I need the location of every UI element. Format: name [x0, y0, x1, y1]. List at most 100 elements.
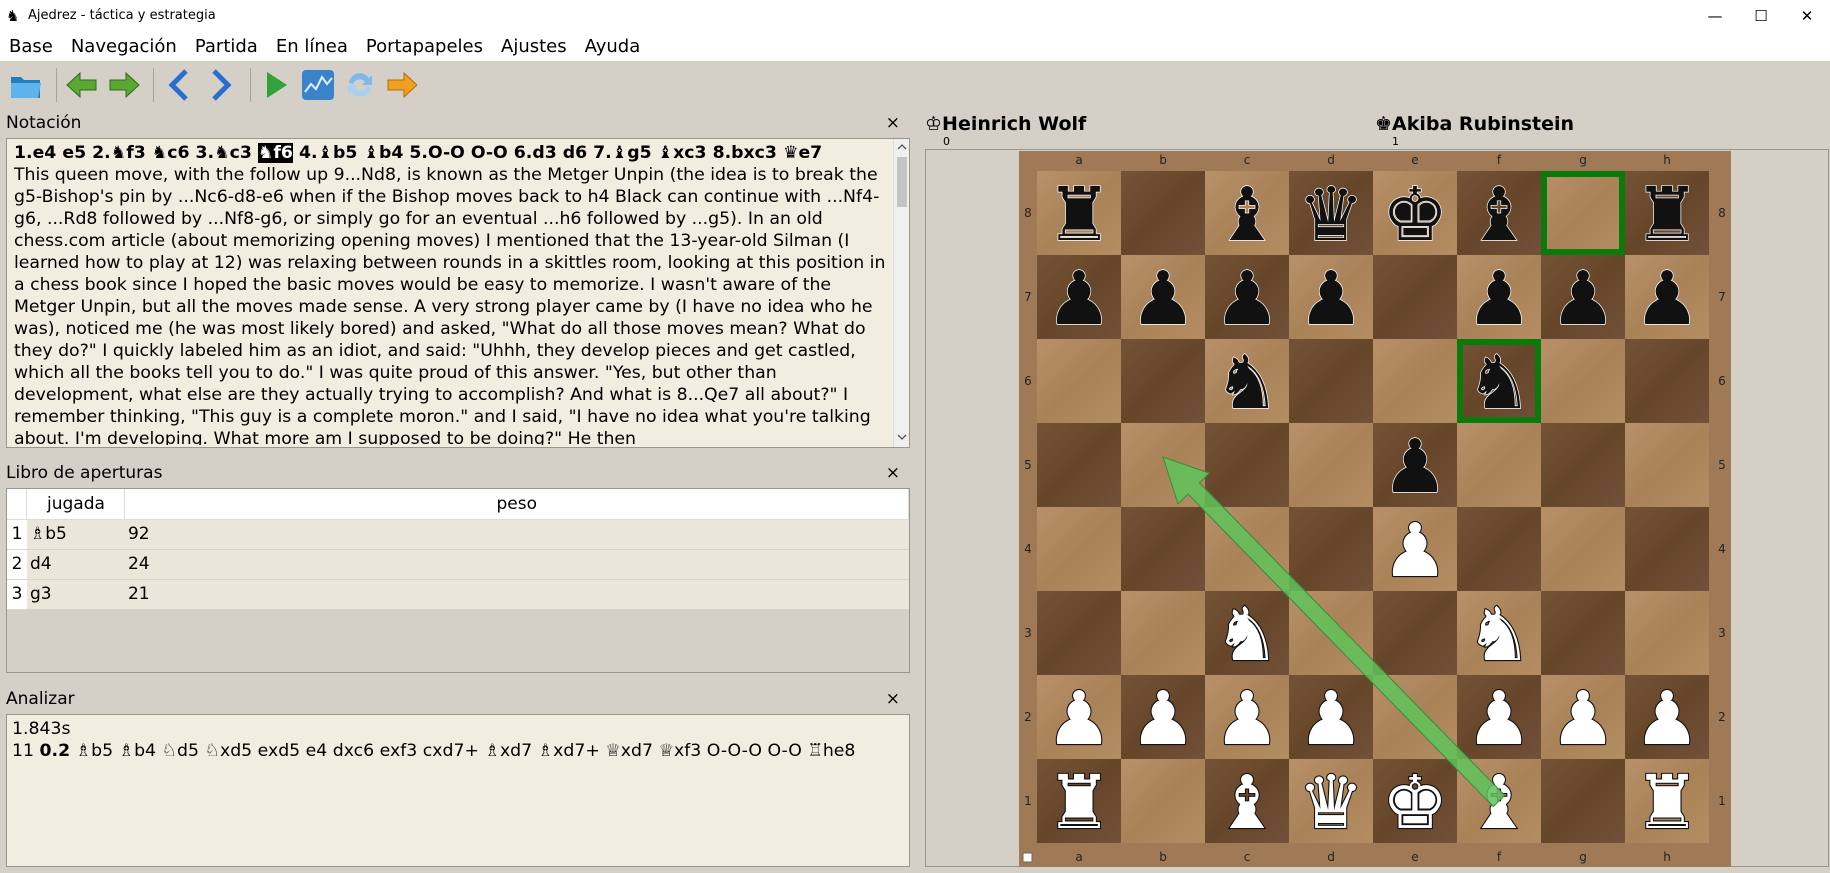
black-pawn-icon[interactable]: ♟: [1297, 255, 1365, 342]
board-square-b4[interactable]: [1121, 507, 1205, 591]
board-corner-toggle[interactable]: [1022, 852, 1033, 863]
board-square-e6[interactable]: [1373, 339, 1457, 423]
board-square-g1[interactable]: [1541, 759, 1625, 843]
move-column-header[interactable]: jugada: [26, 489, 126, 520]
move-list[interactable]: 1.e4 e5 2.♞f3 ♞c6 3.♞c3 ♞f6 4.♝b5 ♝b4 5.…: [14, 143, 822, 163]
close-button[interactable]: ✕: [1784, 0, 1830, 31]
board-square-b6[interactable]: [1121, 339, 1205, 423]
previous-game-button[interactable]: [63, 66, 101, 104]
play-button[interactable]: [257, 66, 295, 104]
white-knight-icon[interactable]: ♞: [1213, 591, 1282, 679]
black-pawn-icon[interactable]: ♟: [1129, 255, 1197, 342]
black-king-icon[interactable]: ♚: [1381, 171, 1449, 258]
notation-view[interactable]: 1.e4 e5 2.♞f3 ♞c6 3.♞c3 ♞f6 4.♝b5 ♝b4 5.…: [6, 138, 910, 448]
menu-en-linea[interactable]: En línea: [267, 36, 357, 57]
black-bishop-icon[interactable]: ♝: [1465, 171, 1533, 258]
black-pawn-icon[interactable]: ♟: [1549, 255, 1617, 342]
move-text[interactable]: 1.e4 e5 2.♞f3 ♞c6 3.♞c3: [14, 143, 258, 163]
table-row[interactable]: 2 d4 24: [7, 549, 909, 580]
board-square-e7[interactable]: [1373, 255, 1457, 339]
board-square-g6[interactable]: [1541, 339, 1625, 423]
menu-ayuda[interactable]: Ayuda: [576, 36, 650, 57]
weight-column-header[interactable]: peso: [124, 489, 909, 520]
open-database-button[interactable]: [8, 66, 46, 104]
previous-move-button[interactable]: [160, 66, 198, 104]
board-square-f4[interactable]: [1457, 507, 1541, 591]
menu-ajustes[interactable]: Ajustes: [492, 36, 576, 57]
white-knight-icon[interactable]: ♞: [1465, 591, 1534, 679]
menu-base[interactable]: Base: [0, 36, 62, 57]
board-square-a4[interactable]: [1037, 507, 1121, 591]
white-king-icon[interactable]: ♚: [1381, 759, 1450, 847]
board-square-a3[interactable]: [1037, 591, 1121, 675]
menu-partida[interactable]: Partida: [186, 36, 267, 57]
black-pawn-icon[interactable]: ♟: [1633, 255, 1701, 342]
table-row[interactable]: 3 g3 21: [7, 579, 909, 610]
white-rook-icon[interactable]: ♜: [1633, 759, 1702, 847]
black-pawn-icon[interactable]: ♟: [1045, 255, 1113, 342]
analysis-close-button[interactable]: ×: [886, 689, 900, 709]
black-rook-icon[interactable]: ♜: [1633, 171, 1701, 258]
notation-scrollbar[interactable]: [893, 139, 909, 447]
board-square-h4[interactable]: [1625, 507, 1709, 591]
board-square-d6[interactable]: [1289, 339, 1373, 423]
flip-board-button[interactable]: [341, 66, 379, 104]
board-square-g8[interactable]: [1541, 171, 1625, 255]
board-square-g4[interactable]: [1541, 507, 1625, 591]
maximize-button[interactable]: ☐: [1738, 0, 1784, 31]
minimize-button[interactable]: —: [1692, 0, 1738, 31]
white-pawn-icon[interactable]: ♟: [1633, 675, 1702, 763]
black-pawn-icon[interactable]: ♟: [1381, 423, 1449, 510]
board-square-a6[interactable]: [1037, 339, 1121, 423]
next-game-button[interactable]: [105, 66, 143, 104]
forward-button[interactable]: [383, 66, 421, 104]
board-square-b3[interactable]: [1121, 591, 1205, 675]
white-pawn-icon[interactable]: ♟: [1381, 507, 1450, 595]
board-square-d4[interactable]: [1289, 507, 1373, 591]
board-square-d5[interactable]: [1289, 423, 1373, 507]
menu-navegacion[interactable]: Navegación: [62, 36, 186, 57]
chess-board[interactable]: aabbccddeeffgghh8 87 76 65 54 43 32 21 1 ♜ ♝ ♛ ♚ ♝ ♜♟…: [1019, 151, 1731, 867]
move-text[interactable]: 4.♝b5 ♝b4 5.O-O O-O 6.d3 d6 7.♝g5 ♝xc3 8…: [293, 143, 822, 163]
menu-portapapeles[interactable]: Portapapeles: [357, 36, 492, 57]
book-move[interactable]: ♗b5: [26, 519, 125, 550]
board-square-a5[interactable]: [1037, 423, 1121, 507]
black-rook-icon[interactable]: ♜: [1045, 171, 1113, 258]
board-square-b8[interactable]: [1121, 171, 1205, 255]
book-move[interactable]: d4: [26, 549, 125, 580]
board-square-f5[interactable]: [1457, 423, 1541, 507]
black-knight-icon[interactable]: ♞: [1465, 339, 1533, 426]
analysis-button[interactable]: [299, 66, 337, 104]
table-row[interactable]: 1 ♗b5 92: [7, 519, 909, 550]
book-close-button[interactable]: ×: [886, 463, 900, 483]
white-pawn-icon[interactable]: ♟: [1213, 675, 1282, 763]
black-pawn-icon[interactable]: ♟: [1465, 255, 1533, 342]
white-pawn-icon[interactable]: ♟: [1045, 675, 1114, 763]
black-pawn-icon[interactable]: ♟: [1213, 255, 1281, 342]
board-square-c5[interactable]: [1205, 423, 1289, 507]
board-square-b1[interactable]: [1121, 759, 1205, 843]
white-queen-icon[interactable]: ♛: [1297, 759, 1366, 847]
book-view: jugada peso 1 ♗b5 92 2 d4 24 3 g3 21: [6, 488, 910, 673]
board-square-h3[interactable]: [1625, 591, 1709, 675]
white-pawn-icon[interactable]: ♟: [1129, 675, 1198, 763]
board-square-g5[interactable]: [1541, 423, 1625, 507]
notation-close-button[interactable]: ×: [886, 113, 900, 133]
analysis-view[interactable]: 1.843s 11 0.2 ♗b5 ♗b4 ♘d5 ♘xd5 exd5 e4 d…: [6, 714, 910, 867]
black-queen-icon[interactable]: ♛: [1297, 171, 1365, 258]
white-pawn-icon[interactable]: ♟: [1297, 675, 1366, 763]
white-pawn-icon[interactable]: ♟: [1465, 675, 1534, 763]
board-square-h5[interactable]: [1625, 423, 1709, 507]
board-square-e3[interactable]: [1373, 591, 1457, 675]
white-rook-icon[interactable]: ♜: [1045, 759, 1114, 847]
black-bishop-icon[interactable]: ♝: [1213, 171, 1281, 258]
current-move[interactable]: ♞f6: [257, 143, 293, 163]
black-knight-icon[interactable]: ♞: [1213, 339, 1281, 426]
book-move[interactable]: g3: [26, 579, 125, 610]
rank-label-left: 1: [1024, 794, 1032, 808]
next-move-button[interactable]: [202, 66, 240, 104]
board-square-g3[interactable]: [1541, 591, 1625, 675]
white-pawn-icon[interactable]: ♟: [1549, 675, 1618, 763]
white-bishop-icon[interactable]: ♝: [1213, 759, 1282, 847]
board-square-h6[interactable]: [1625, 339, 1709, 423]
